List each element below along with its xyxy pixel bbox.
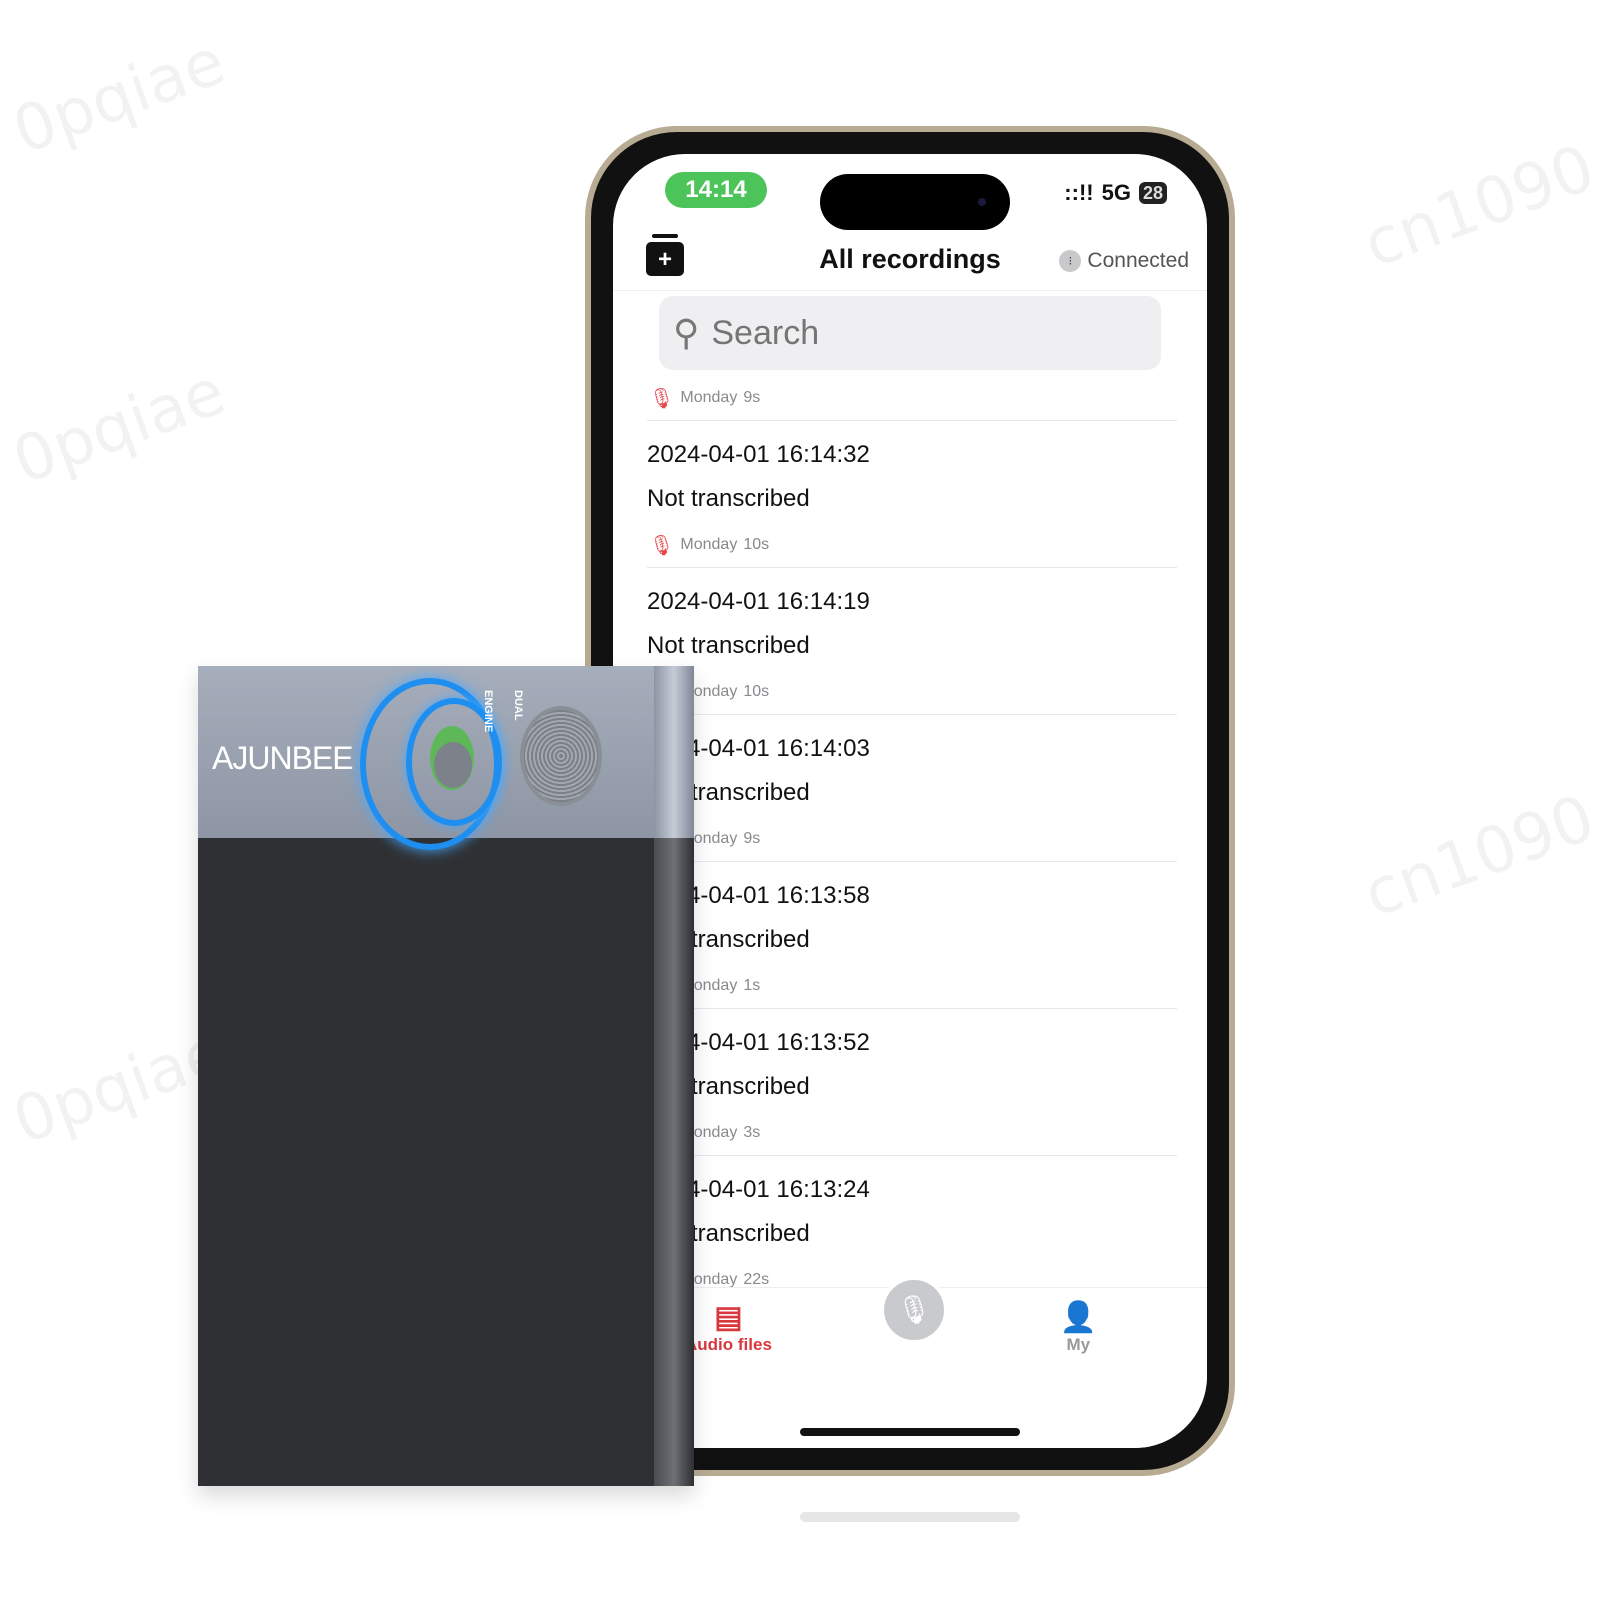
tab-label: My: [1066, 1335, 1091, 1354]
device-icon: ⁝: [1059, 250, 1082, 272]
recording-meta: 🎙 Monday 10s: [647, 523, 1177, 567]
recording-day: Monday: [680, 536, 738, 553]
list-item[interactable]: 2024-04-01 16:13:58 Not transcribed 🎙Mon…: [647, 861, 1177, 1008]
recording-duration: 1s: [743, 977, 761, 994]
tab-bar: ▤ Audio files 🎙 👤 My: [613, 1276, 1207, 1448]
brand-logo: AJUNBEE: [212, 740, 354, 776]
phone-screen: 14:14 ::!! 5G 28 + All recordings ⁝ Conn…: [613, 154, 1207, 1448]
search-icon: ⚲: [673, 312, 700, 353]
watermark: cn1090: [1354, 131, 1600, 283]
watermark: 0pqiae: [3, 354, 235, 500]
list-item[interactable]: 2024-04-01 16:14:03 Not transcribed 🎙Mon…: [647, 714, 1177, 861]
transcription-status: Not transcribed: [647, 1073, 810, 1100]
nav-bar: + All recordings ⁝ Connected: [613, 224, 1207, 291]
recording-meta: 🎙 Monday 9s: [613, 376, 1207, 420]
recording-duration: 10s: [743, 536, 770, 553]
search-input[interactable]: [709, 312, 1094, 354]
watermark: 0pqiae: [3, 24, 235, 170]
list-item[interactable]: 2024-04-01 16:14:19 Not transcribed 🎙Mon…: [647, 567, 1177, 714]
battery-icon: 28: [1138, 182, 1167, 204]
transcription-status: Not transcribed: [647, 632, 810, 659]
recording-date: 2024-04-01 16:13:52: [647, 1029, 870, 1056]
dynamic-island: [820, 174, 1010, 230]
tab-my[interactable]: 👤 My: [1060, 1300, 1097, 1355]
recording-date: 2024-04-01 16:14:19: [647, 588, 870, 615]
list-item[interactable]: 2024-04-01 16:14:32 Not transcribed 🎙 Mon…: [647, 420, 1177, 567]
recording-meta: 🎙Monday1s: [647, 964, 1177, 1008]
signal-icon: ::!!: [1064, 180, 1094, 205]
device-edge: [654, 666, 694, 838]
record-button-fingerprint[interactable]: [520, 706, 602, 806]
record-button[interactable]: 🎙: [880, 1276, 948, 1344]
transcription-status: Not transcribed: [647, 1220, 810, 1247]
watermark: cn1090: [1354, 781, 1600, 933]
document-icon: ▤: [714, 1301, 743, 1334]
transcription-status: Not transcribed: [647, 926, 810, 953]
status-time: 14:14: [665, 172, 767, 208]
recording-duration: 9s: [743, 830, 761, 847]
recording-duration: 3s: [743, 1124, 761, 1141]
list-item[interactable]: 2024-04-01 16:13:52 Not transcribed 🎙Mon…: [647, 1008, 1177, 1155]
connection-status[interactable]: ⁝ Connected: [1059, 249, 1189, 273]
camera-icon: [978, 198, 986, 206]
device-top-panel: AJUNBEE ENGINE DUAL: [198, 666, 694, 850]
recording-duration: 10s: [743, 683, 770, 700]
recording-date: 2024-04-01 16:13:24: [647, 1176, 870, 1203]
person-icon: 👤: [1059, 1301, 1097, 1334]
recording-date: 2024-04-01 16:14:03: [647, 735, 870, 762]
recording-day: Monday: [680, 389, 738, 406]
transcription-status: Not transcribed: [647, 779, 810, 806]
engine-label: ENGINE: [482, 690, 494, 733]
recordings-list: 🎙 Monday 9s 2024-04-01 16:14:32 Not tran…: [613, 376, 1207, 1361]
microphone-icon: 🎙: [896, 1294, 932, 1325]
connection-label: Connected: [1087, 249, 1189, 272]
microphone-icon: 🎙: [649, 387, 675, 410]
recording-meta: 🎙Monday9s: [647, 817, 1177, 861]
tab-label: Audio files: [685, 1335, 772, 1354]
recorder-device: AJUNBEE ENGINE DUAL: [198, 666, 694, 1486]
tab-audio-files[interactable]: ▤ Audio files: [685, 1300, 772, 1355]
network-label: 5G: [1101, 180, 1131, 205]
transcription-status: Not transcribed: [647, 485, 810, 512]
recording-date: 2024-04-01 16:13:58: [647, 882, 870, 909]
microphone-icon: 🎙: [649, 534, 675, 557]
recording-duration: 9s: [743, 389, 761, 406]
search-bar[interactable]: ⚲: [659, 296, 1161, 370]
recording-meta: 🎙Monday3s: [647, 1111, 1177, 1155]
recording-date: 2024-04-01 16:14:32: [647, 441, 870, 468]
recording-meta: 🎙Monday10s: [647, 670, 1177, 714]
reflection: [800, 1512, 1020, 1522]
home-indicator: [800, 1428, 1020, 1436]
dual-label: DUAL: [512, 690, 524, 721]
status-indicators: ::!! 5G 28: [1064, 180, 1167, 206]
